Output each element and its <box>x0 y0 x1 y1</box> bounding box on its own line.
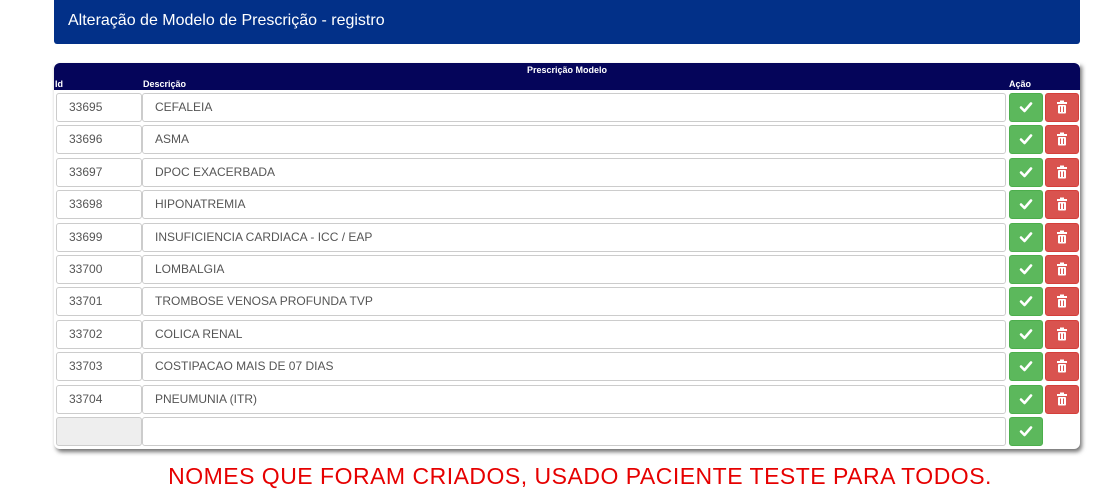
new-row-description-input[interactable] <box>142 417 1006 446</box>
page-header: Alteração de Modelo de Prescrição - regi… <box>54 0 1080 44</box>
confirm-button[interactable] <box>1009 190 1043 220</box>
confirm-button[interactable] <box>1009 157 1043 187</box>
delete-button[interactable] <box>1045 287 1079 317</box>
row-id-field[interactable]: 33698 <box>56 190 142 220</box>
row-description-field[interactable]: COLICA RENAL <box>142 319 1006 349</box>
row-id-field[interactable]: 33697 <box>56 157 142 187</box>
confirm-button[interactable] <box>1009 125 1043 155</box>
confirm-button[interactable] <box>1009 319 1043 349</box>
annotation-note: NOMES QUE FORAM CRIADOS, USADO PACIENTE … <box>168 463 992 489</box>
row-id-field[interactable]: 33703 <box>56 352 142 382</box>
row-description-field[interactable]: PNEUMUNIA (ITR) <box>142 384 1006 414</box>
page-title: Alteração de Modelo de Prescrição - regi… <box>68 12 385 29</box>
row-description-field[interactable]: LOMBALGIA <box>142 255 1006 284</box>
delete-button[interactable] <box>1045 93 1079 122</box>
new-row <box>54 417 1080 448</box>
column-header-id: Id <box>55 79 63 89</box>
delete-button[interactable] <box>1045 319 1079 349</box>
row-id-field[interactable]: 33701 <box>56 287 142 317</box>
confirm-button[interactable] <box>1009 352 1043 382</box>
row-description-field[interactable]: DPOC EXACERBADA <box>142 157 1006 187</box>
prescription-model-table: Prescrição Modelo Id Descrição Ação 3369… <box>54 63 1080 449</box>
confirm-button[interactable] <box>1009 93 1043 122</box>
delete-button[interactable] <box>1045 125 1079 155</box>
row-description-field[interactable]: INSUFICIENCIA CARDIACA - ICC / EAP <box>142 222 1006 252</box>
column-header-action: Ação <box>1009 79 1032 89</box>
table-row: 33703 COSTIPACAO MAIS DE 07 DIAS <box>54 352 1080 383</box>
row-id-field[interactable]: 33700 <box>56 255 142 284</box>
confirm-button[interactable] <box>1009 255 1043 284</box>
delete-button[interactable] <box>1045 352 1079 382</box>
delete-button[interactable] <box>1045 384 1079 414</box>
row-description-field[interactable]: ASMA <box>142 125 1006 155</box>
table-row: 33697 DPOC EXACERBADA <box>54 157 1080 189</box>
row-description-field[interactable]: CEFALEIA <box>142 93 1006 122</box>
row-description-field[interactable]: HIPONATREMIA <box>142 190 1006 220</box>
table-row: 33699 INSUFICIENCIA CARDIACA - ICC / EAP <box>54 222 1080 254</box>
delete-button[interactable] <box>1045 222 1079 252</box>
table-row: 33695 CEFALEIA <box>54 93 1080 124</box>
delete-button[interactable] <box>1045 190 1079 220</box>
add-button[interactable] <box>1009 417 1043 446</box>
row-description-field[interactable]: TROMBOSE VENOSA PROFUNDA TVP <box>142 287 1006 317</box>
confirm-button[interactable] <box>1009 222 1043 252</box>
delete-button[interactable] <box>1045 157 1079 187</box>
row-id-field[interactable]: 33696 <box>56 125 142 155</box>
row-id-field[interactable]: 33695 <box>56 93 142 122</box>
new-row-id-field <box>56 417 142 446</box>
row-description-field[interactable]: COSTIPACAO MAIS DE 07 DIAS <box>142 352 1006 382</box>
table-header: Prescrição Modelo Id Descrição Ação <box>54 63 1080 90</box>
row-id-field[interactable]: 33702 <box>56 319 142 349</box>
table-row: 33704 PNEUMUNIA (ITR) <box>54 384 1080 416</box>
table-row: 33701 TROMBOSE VENOSA PROFUNDA TVP <box>54 287 1080 318</box>
table-caption: Prescrição Modelo <box>526 65 608 75</box>
table-row: 33698 HIPONATREMIA <box>54 190 1080 221</box>
table-row: 33702 COLICA RENAL <box>54 319 1080 351</box>
table-row: 33696 ASMA <box>54 125 1080 156</box>
confirm-button[interactable] <box>1009 287 1043 317</box>
column-header-description: Descrição <box>143 79 187 89</box>
row-id-field[interactable]: 33699 <box>56 222 142 252</box>
table-row: 33700 LOMBALGIA <box>54 255 1080 286</box>
delete-button[interactable] <box>1045 255 1079 284</box>
row-id-field[interactable]: 33704 <box>56 384 142 414</box>
confirm-button[interactable] <box>1009 384 1043 414</box>
